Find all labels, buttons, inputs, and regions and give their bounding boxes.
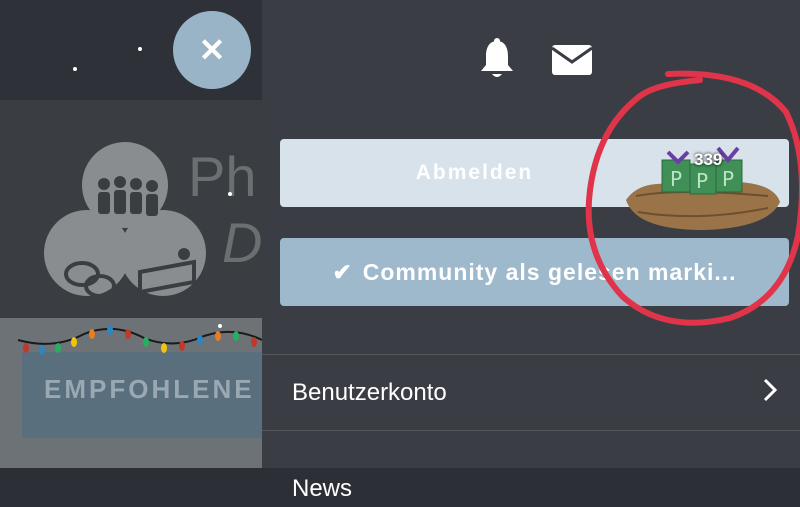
snowflake — [218, 324, 222, 328]
snowflake — [73, 67, 77, 71]
menu-item-benutzerkonto[interactable]: Benutzerkonto — [262, 354, 800, 431]
gift-count-badge: 339 — [694, 150, 723, 169]
logout-label: Abmelden — [415, 161, 534, 184]
menu-item-news[interactable]: News — [262, 430, 800, 507]
svg-text:P: P — [670, 167, 682, 191]
menu-item-label: Benutzerkonto — [292, 379, 447, 406]
logo-text-bottom: D — [222, 211, 263, 274]
check-icon: ✔ — [332, 258, 353, 285]
menu-item-label: News — [292, 475, 353, 502]
snowflake — [228, 192, 232, 196]
notifications-button[interactable] — [474, 36, 520, 82]
recommended-card-title: EMPFOHLENE I — [44, 374, 276, 404]
recommended-card: EMPFOHLENE I — [22, 352, 272, 438]
christmas-lights-icon — [17, 325, 263, 355]
svg-text:P: P — [722, 167, 734, 191]
side-drawer: Abmelden ✔ Community als gelesen marki..… — [262, 0, 800, 502]
messages-button[interactable] — [548, 38, 596, 82]
snowflake — [138, 47, 142, 51]
chevron-right-icon — [763, 378, 778, 402]
svg-text:P: P — [696, 169, 708, 193]
mark-community-read-button[interactable]: ✔ Community als gelesen marki... — [280, 238, 789, 306]
logo-text-top: Ph — [188, 145, 257, 208]
close-menu-button[interactable]: ✕ — [173, 11, 251, 89]
mark-community-read-label: Community als gelesen marki... — [362, 258, 737, 285]
close-icon: ✕ — [198, 32, 226, 68]
bell-icon — [481, 38, 513, 77]
site-logo: Ph D — [0, 100, 262, 318]
mail-icon — [551, 45, 593, 75]
